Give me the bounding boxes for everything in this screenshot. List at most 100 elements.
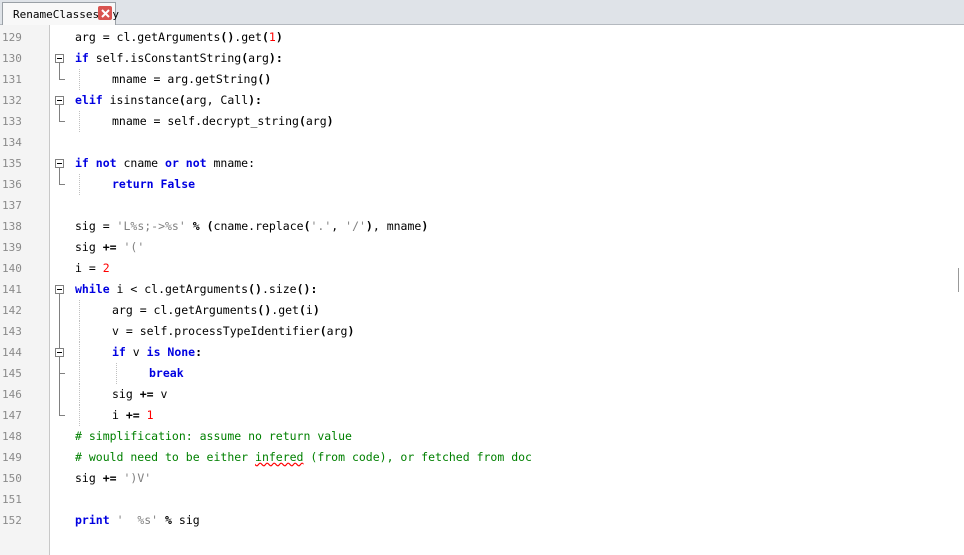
scroll-marker: [958, 268, 959, 292]
code-token: if: [112, 345, 126, 359]
code-text: v = self.processTypeIdentifier(arg): [112, 321, 354, 342]
code-token: # simplification: assume no return value: [75, 429, 352, 443]
line-number: 147: [2, 409, 22, 422]
code-token: +=: [102, 240, 117, 254]
indent-guide: [79, 405, 80, 426]
code-text: sig += '(': [75, 237, 144, 258]
code-text: # would need to be either infered (from …: [75, 447, 532, 468]
code-token: (): [220, 30, 235, 44]
code-token: or not: [165, 156, 207, 170]
fold-range-line: [59, 168, 60, 185]
code-line[interactable]: 145 break: [0, 363, 964, 384]
code-line[interactable]: 144 if v is None:: [0, 342, 964, 363]
code-token: (: [261, 30, 269, 44]
code-line[interactable]: 139 sig += '(': [0, 237, 964, 258]
code-line[interactable]: 143 v = self.processTypeIdentifier(arg): [0, 321, 964, 342]
code-token: (): [257, 303, 272, 317]
code-token: 'L%s;->%s': [116, 219, 186, 233]
code-token: 1: [268, 30, 276, 44]
code-line[interactable]: 146 sig += v: [0, 384, 964, 405]
code-token: mname:: [206, 156, 256, 170]
code-line[interactable]: 148 # simplification: assume no return va…: [0, 426, 964, 447]
code-line[interactable]: 137: [0, 195, 964, 216]
indent-guide: [116, 363, 117, 384]
code-text: while i < cl.getArguments().size():: [75, 279, 317, 300]
code-line[interactable]: 129 arg = cl.getArguments().get(1): [0, 27, 964, 48]
code-text: i += 1: [112, 405, 154, 426]
code-line[interactable]: 140 i = 2: [0, 258, 964, 279]
code-token: :: [195, 345, 203, 359]
line-number: 150: [2, 472, 22, 485]
code-token: ():: [296, 282, 318, 296]
code-line[interactable]: 135 if not cname or not mname:: [0, 153, 964, 174]
line-number: 135: [2, 157, 22, 170]
code-line[interactable]: 150 sig += ')V': [0, 468, 964, 489]
indent-guide: [79, 342, 80, 363]
code-line[interactable]: 147 i += 1: [0, 405, 964, 426]
fold-toggle-icon[interactable]: [55, 96, 64, 105]
code-line[interactable]: 152 print ' %s' % sig: [0, 510, 964, 531]
code-token: %: [192, 219, 200, 233]
code-line[interactable]: 138 sig = 'L%s;->%s' % (cname.replace('.'…: [0, 216, 964, 237]
code-token: %: [165, 513, 172, 527]
line-number: 151: [2, 493, 22, 506]
code-token: v: [125, 345, 147, 359]
code-line[interactable]: 149 # would need to be either infered (fr…: [0, 447, 964, 468]
fold-range-line: [59, 357, 60, 374]
code-line[interactable]: 133 mname = self.decrypt_string(arg): [0, 111, 964, 132]
code-line[interactable]: 136 return False: [0, 174, 964, 195]
code-token: 1: [146, 408, 154, 422]
code-text: elif isinstance(arg, Call):: [75, 90, 262, 111]
line-number: 144: [2, 346, 22, 359]
code-text: sig = 'L%s;->%s' % (cname.replace('.', '…: [75, 216, 428, 237]
code-line[interactable]: 141 while i < cl.getArguments().size():: [0, 279, 964, 300]
code-token: i: [305, 303, 313, 317]
fold-range-line: [59, 63, 60, 80]
code-token: break: [149, 366, 184, 380]
tab-renameclasses[interactable]: RenameClasses.py: [2, 2, 119, 25]
code-editor[interactable]: 129 arg = cl.getArguments().get(1) 130 if s…: [0, 25, 964, 555]
code-token: ' %s': [116, 513, 159, 527]
line-number: 148: [2, 430, 22, 443]
code-token: isinstance: [102, 93, 179, 107]
code-token: sig =: [75, 219, 117, 233]
code-token: i: [112, 408, 126, 422]
fold-end-tick: [59, 373, 65, 374]
line-number: 133: [2, 115, 22, 128]
code-token: (: [303, 219, 311, 233]
code-token: (): [257, 72, 272, 86]
code-token: ')V': [123, 471, 152, 485]
code-token: +=: [102, 471, 117, 485]
line-number: 140: [2, 262, 22, 275]
code-token: +=: [139, 387, 154, 401]
code-text: arg = cl.getArguments().get(i): [112, 300, 320, 321]
fold-toggle-icon[interactable]: [55, 348, 64, 357]
indent-guide: [79, 363, 80, 384]
close-icon[interactable]: [98, 6, 112, 20]
code-line[interactable]: 151: [0, 489, 964, 510]
fold-toggle-icon[interactable]: [55, 54, 64, 63]
tab-bar: RenameClasses.py: [0, 0, 964, 25]
line-number: 141: [2, 283, 22, 296]
code-token: ): [326, 114, 334, 128]
code-token: ):: [248, 93, 262, 107]
fold-toggle-icon[interactable]: [55, 285, 64, 294]
code-line[interactable]: 132 elif isinstance(arg, Call):: [0, 90, 964, 111]
code-token: arg: [248, 51, 269, 65]
code-token: sig: [171, 513, 200, 527]
fold-toggle-icon[interactable]: [55, 159, 64, 168]
code-token: +=: [125, 408, 140, 422]
code-line[interactable]: 131 mname = arg.getString(): [0, 69, 964, 90]
indent-guide: [79, 321, 80, 342]
code-line[interactable]: 130 if self.isConstantString(arg):: [0, 48, 964, 69]
code-text: if v is None:: [112, 342, 202, 363]
code-token: print: [75, 513, 110, 527]
code-token: (: [206, 219, 214, 233]
line-number: 138: [2, 220, 22, 233]
fold-end-tick: [59, 121, 65, 122]
code-token: arg: [326, 324, 348, 338]
code-line[interactable]: 142 arg = cl.getArguments().get(i): [0, 300, 964, 321]
code-line[interactable]: 134: [0, 132, 964, 153]
